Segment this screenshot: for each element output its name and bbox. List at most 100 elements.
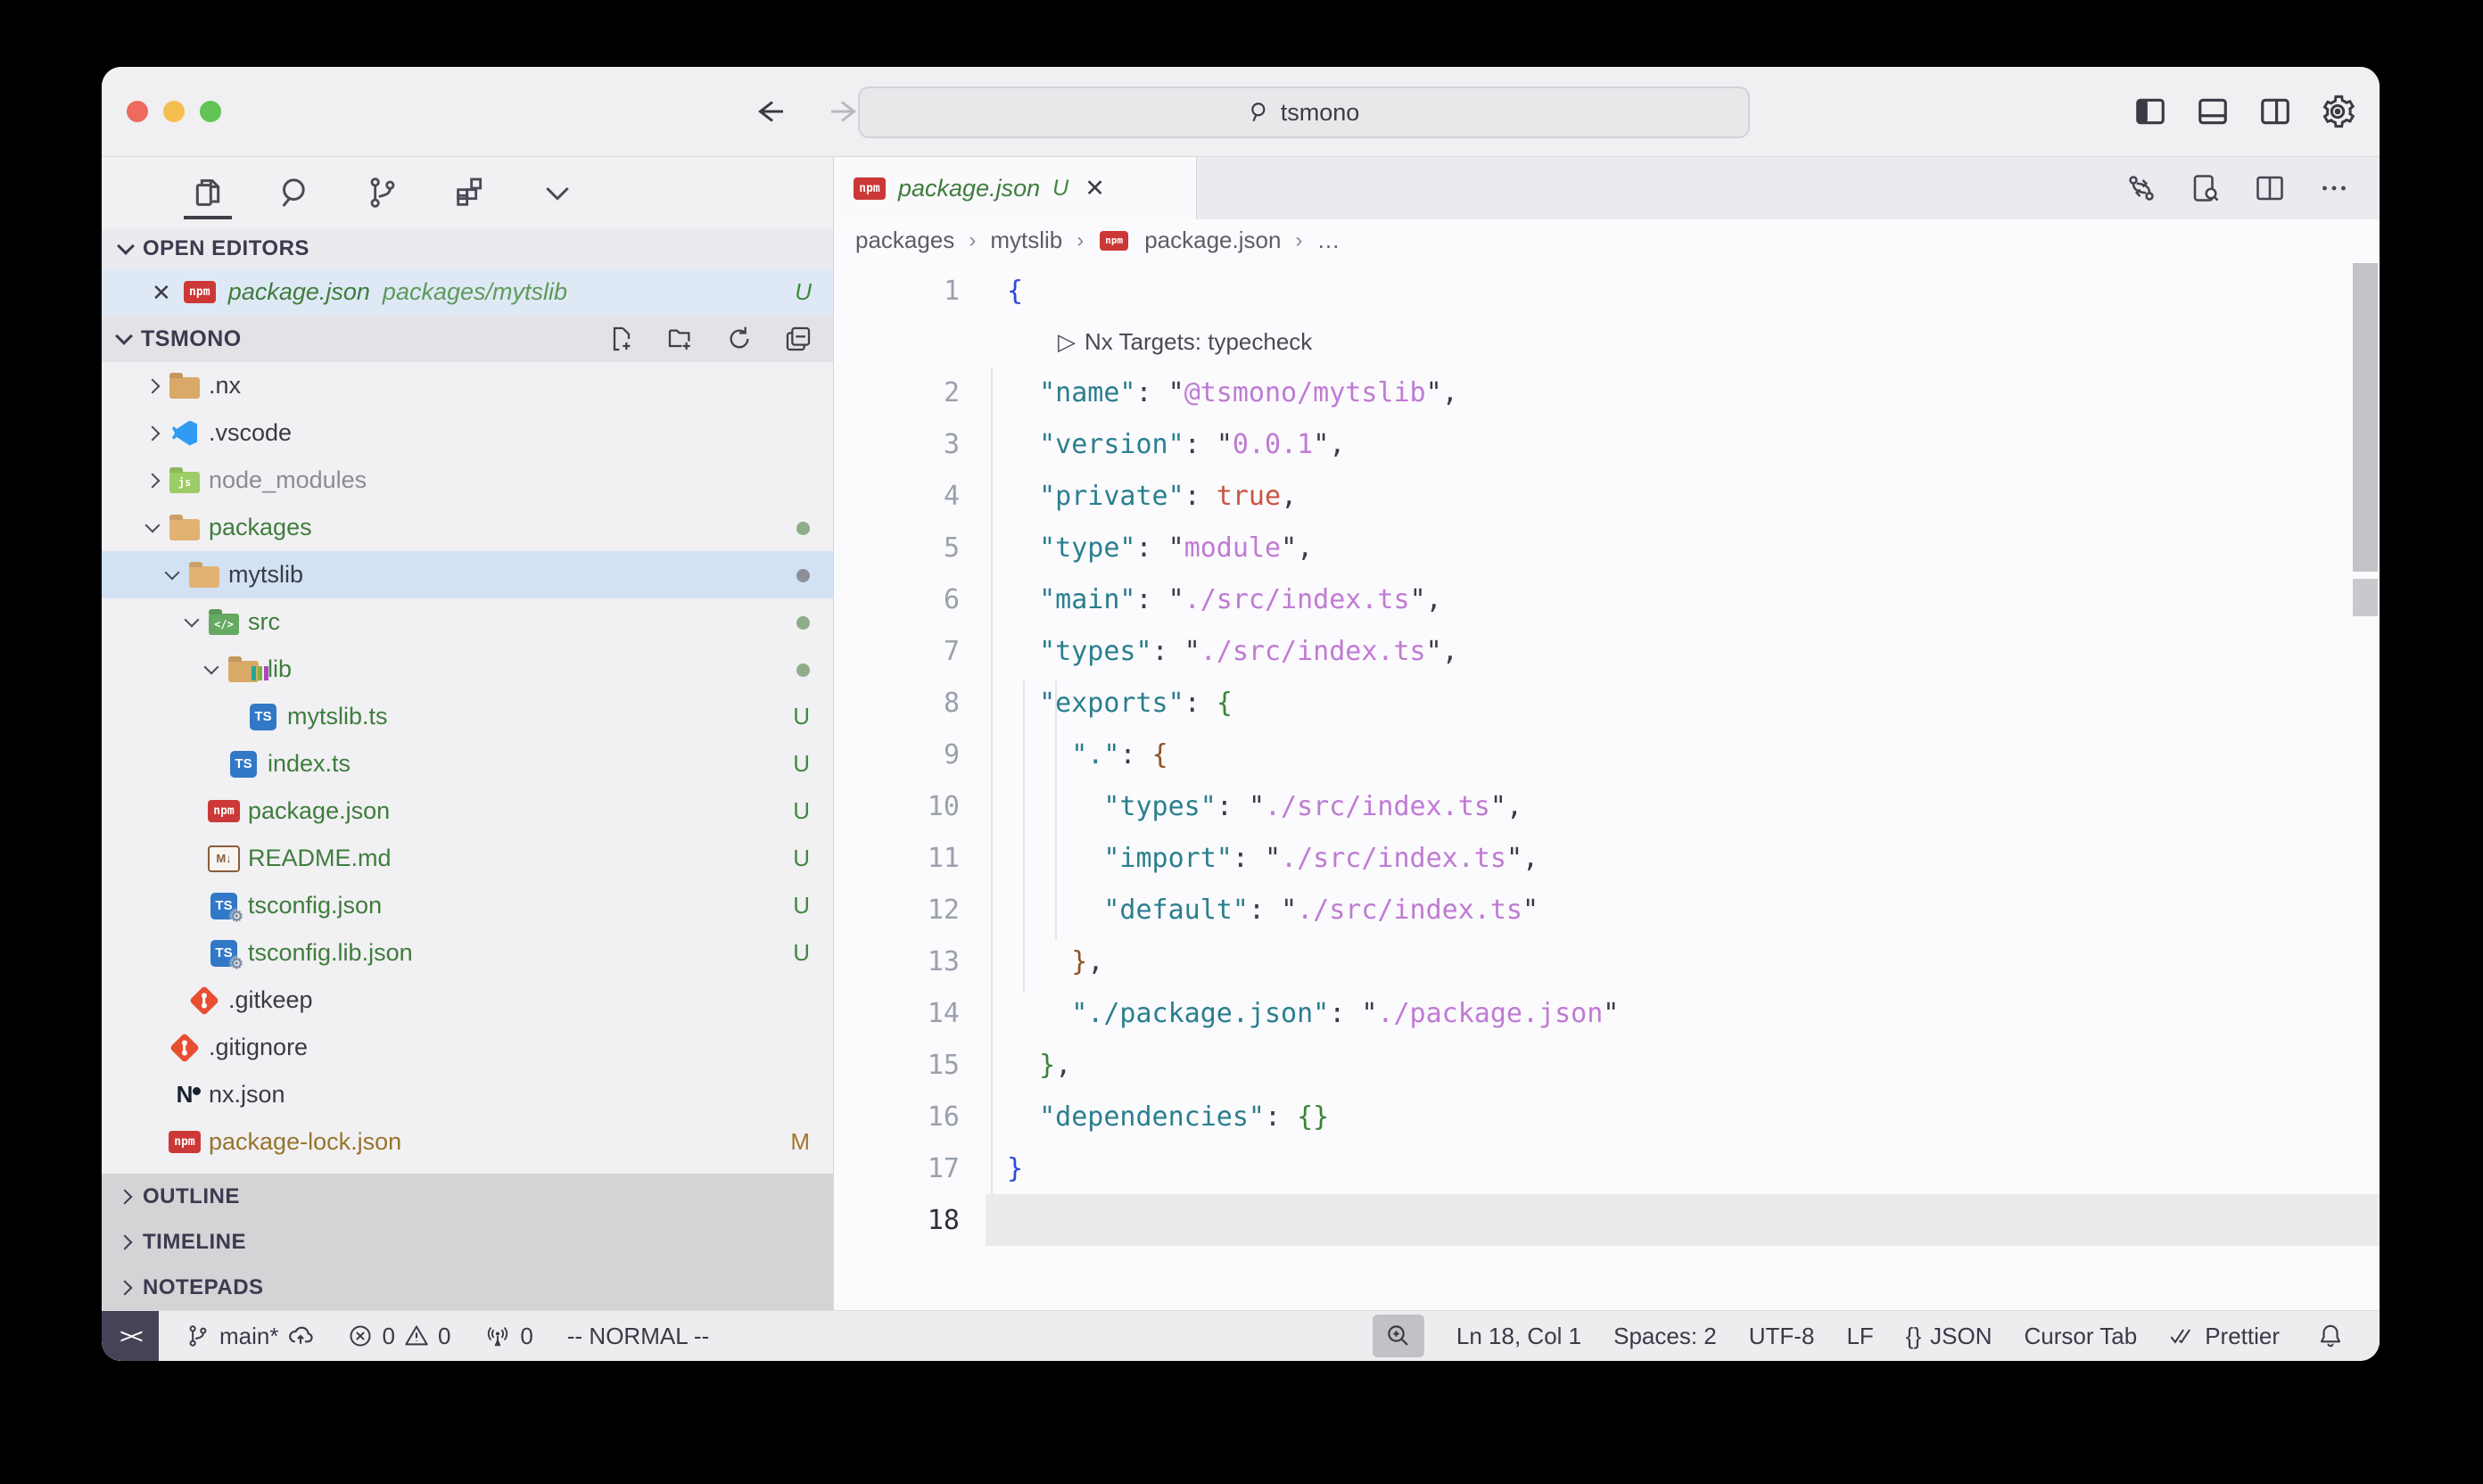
title-bar[interactable]: tsmono — [102, 67, 2380, 157]
problems-item[interactable]: 0 0 — [348, 1323, 450, 1350]
tree-item-package-json[interactable]: npmpackage.jsonU — [102, 787, 833, 835]
more-views-chevron-icon[interactable] — [537, 166, 578, 219]
cursor-tab-item[interactable]: Cursor Tab — [2025, 1323, 2138, 1350]
tree-item--gitignore[interactable]: .gitignore — [102, 1024, 833, 1071]
code-line-6[interactable]: 6 "main": "./src/index.ts", — [834, 573, 2380, 625]
close-editor-icon[interactable]: ✕ — [152, 281, 171, 304]
code-line-4[interactable]: 4 "private": true, — [834, 470, 2380, 522]
code-line-17[interactable]: 17} — [834, 1142, 2380, 1194]
code-line-2[interactable]: 2 "name": "@tsmono/mytslib", — [834, 367, 2380, 418]
tab-package-json[interactable]: npm package.json U ✕ — [834, 157, 1197, 219]
section-header-notepads[interactable]: NOTEPADS — [102, 1265, 833, 1310]
eol-item[interactable]: LF — [1846, 1323, 1873, 1350]
code-line-3[interactable]: 3 "version": "0.0.1", — [834, 418, 2380, 470]
breadcrumb-separator: › — [969, 228, 976, 253]
breadcrumb-item[interactable]: mytslib — [990, 227, 1062, 254]
extensions-icon[interactable] — [450, 166, 491, 219]
tree-item-packages[interactable]: packages — [102, 504, 833, 551]
remote-indicator[interactable]: >< — [102, 1311, 159, 1361]
maximize-window-button[interactable] — [200, 101, 221, 122]
language-mode-item[interactable]: {} JSON — [1906, 1323, 1992, 1350]
toggle-primary-sidebar-button[interactable] — [2132, 93, 2169, 130]
code-line-10[interactable]: 10 "types": "./src/index.ts", — [834, 780, 2380, 832]
code-line-7[interactable]: 7 "types": "./src/index.ts", — [834, 625, 2380, 677]
git-branch-item[interactable]: main* — [186, 1323, 314, 1350]
nx-codelens[interactable]: ▷Nx Targets: typecheck — [834, 317, 2380, 367]
split-editor-icon[interactable] — [2251, 169, 2289, 207]
open-changes-icon[interactable] — [2123, 169, 2160, 207]
ports-count: 0 — [520, 1323, 532, 1350]
open-editor-item[interactable]: ✕ npm package.json packages/mytslib U — [102, 268, 833, 316]
search-panel-icon[interactable] — [275, 166, 316, 219]
refresh-button[interactable] — [721, 320, 758, 358]
code-editor[interactable]: 1{▷Nx Targets: typecheck2 "name": "@tsmo… — [834, 261, 2380, 1310]
tree-item-tsconfig-lib-json[interactable]: TStsconfig.lib.jsonU — [102, 929, 833, 977]
tree-item-nx-json[interactable]: Nnx.json — [102, 1071, 833, 1118]
code-line-8[interactable]: 8 "exports": { — [834, 677, 2380, 729]
code-line-5[interactable]: 5 "type": "module", — [834, 522, 2380, 573]
more-actions-icon[interactable] — [2315, 169, 2353, 207]
open-preview-icon[interactable] — [2187, 169, 2224, 207]
indentation-item[interactable]: Spaces: 2 — [1613, 1323, 1717, 1350]
code-line-18[interactable]: 18 — [834, 1194, 2380, 1246]
source-control-icon[interactable] — [362, 166, 403, 219]
tree-item--gitkeep[interactable]: .gitkeep — [102, 977, 833, 1024]
toggle-panel-button[interactable] — [2194, 93, 2231, 130]
tree-item-lib[interactable]: lib — [102, 646, 833, 693]
project-section-header[interactable]: TSMONO — [102, 316, 833, 362]
code-line-9[interactable]: 9 ".": { — [834, 729, 2380, 780]
formatter-item[interactable]: Prettier — [2169, 1323, 2280, 1350]
tree-item-node-modules[interactable]: jsnode_modules — [102, 457, 833, 504]
scrollbar-thumb[interactable] — [2353, 263, 2378, 572]
section-header-outline[interactable]: OUTLINE — [102, 1174, 833, 1219]
tree-item--nx[interactable]: .nx — [102, 362, 833, 409]
tree-item-label: mytslib — [228, 561, 303, 589]
section-header-timeline[interactable]: TIMELINE — [102, 1219, 833, 1265]
cursor-position-item[interactable]: Ln 18, Col 1 — [1456, 1323, 1581, 1350]
code-line-13[interactable]: 13 }, — [834, 936, 2380, 987]
npm-icon: npm — [854, 177, 886, 200]
tree-item-index-ts[interactable]: TSindex.tsU — [102, 740, 833, 787]
code-line-15[interactable]: 15 }, — [834, 1039, 2380, 1091]
minimize-window-button[interactable] — [163, 101, 185, 122]
code-line-11[interactable]: 11 "import": "./src/index.ts", — [834, 832, 2380, 884]
notifications-bell-icon[interactable] — [2312, 1317, 2349, 1355]
code-line-16[interactable]: 16 "dependencies": {} — [834, 1091, 2380, 1142]
tree-item-readme-md[interactable]: M↓README.mdU — [102, 835, 833, 882]
close-window-button[interactable] — [127, 101, 148, 122]
tree-item-tsconfig-json[interactable]: TStsconfig.jsonU — [102, 882, 833, 929]
tree-item-label: .vscode — [209, 419, 292, 447]
run-target-icon[interactable]: ▷ — [1058, 328, 1076, 356]
code-line-1[interactable]: 1{ — [834, 265, 2380, 317]
tab-close-icon[interactable]: ✕ — [1085, 175, 1105, 202]
breadcrumb-item[interactable]: … — [1316, 227, 1340, 254]
code-line-12[interactable]: 12 "default": "./src/index.ts" — [834, 884, 2380, 936]
tree-item--vscode[interactable]: .vscode — [102, 409, 833, 457]
encoding-text: UTF-8 — [1749, 1323, 1815, 1350]
screencast-zoom-badge[interactable] — [1373, 1315, 1424, 1357]
tree-item-mytslib-ts[interactable]: TSmytslib.tsU — [102, 693, 833, 740]
new-folder-button[interactable] — [662, 320, 699, 358]
settings-gear-icon[interactable] — [2319, 93, 2356, 130]
change-dot-badge — [796, 655, 810, 683]
tree-item-src[interactable]: </>src — [102, 598, 833, 646]
encoding-item[interactable]: UTF-8 — [1749, 1323, 1815, 1350]
folder-icon — [169, 377, 200, 399]
ports-item[interactable]: 0 — [484, 1323, 532, 1350]
collapse-all-button[interactable] — [780, 320, 817, 358]
code-line-14[interactable]: 14 "./package.json": "./package.json" — [834, 987, 2380, 1039]
breadcrumb-item[interactable]: packages — [855, 227, 954, 254]
vim-mode-indicator[interactable]: -- NORMAL -- — [567, 1323, 709, 1350]
toggle-secondary-sidebar-button[interactable] — [2256, 93, 2294, 130]
tree-item-mytslib[interactable]: mytslib — [102, 551, 833, 598]
activity-bar — [102, 157, 833, 228]
explorer-icon[interactable] — [187, 166, 228, 219]
open-editors-header[interactable]: OPEN EDITORS — [102, 228, 833, 268]
breadcrumb-item[interactable]: package.json — [1144, 227, 1281, 254]
tree-item-package-lock-json[interactable]: npmpackage-lock.jsonM — [102, 1118, 833, 1166]
scrollbar-thumb-secondary[interactable] — [2353, 579, 2378, 616]
command-center-search[interactable]: tsmono — [858, 87, 1750, 138]
new-file-button[interactable] — [603, 320, 640, 358]
tree-item-label: index.ts — [268, 750, 351, 778]
back-button[interactable] — [751, 93, 788, 130]
